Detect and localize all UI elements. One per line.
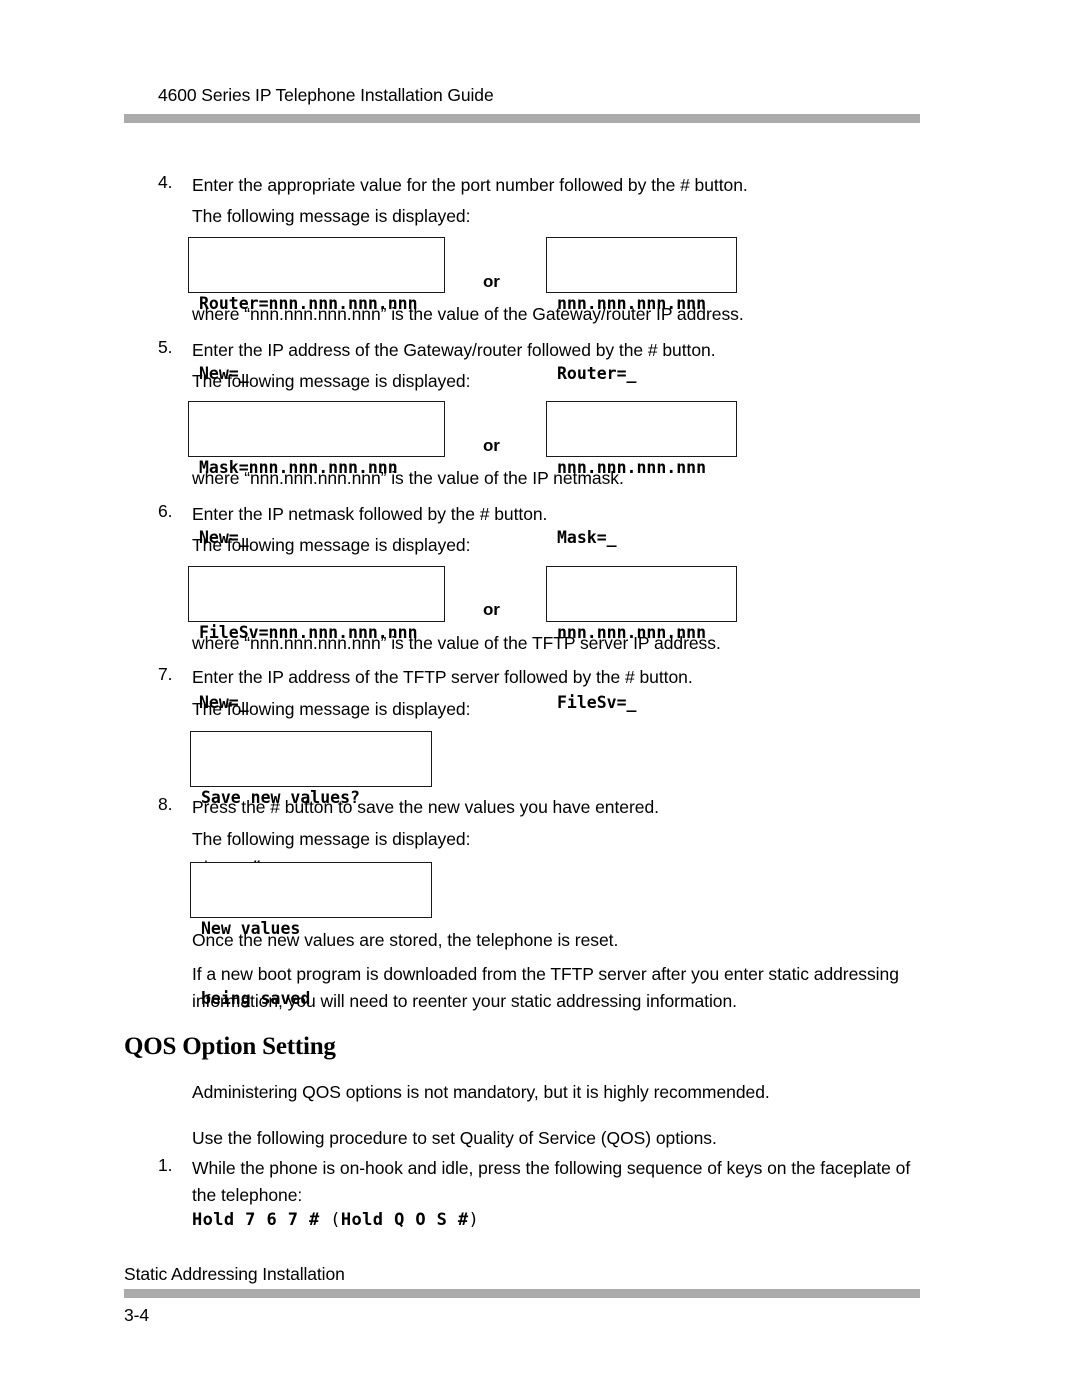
step-followup-7: The following message is displayed: bbox=[192, 699, 471, 719]
qos-intro-text: Administering QOS options is not mandato… bbox=[192, 1082, 770, 1102]
step-number-7: 7. bbox=[158, 664, 173, 684]
or-label-filesv: or bbox=[483, 600, 500, 619]
page-number: 3-4 bbox=[124, 1305, 149, 1325]
step-number-5: 5. bbox=[158, 337, 173, 357]
lcd-display-router-new: Router=nnn.nnn.nnn.nnn New=_ bbox=[188, 237, 445, 383]
or-label-router: or bbox=[483, 272, 500, 291]
step-followup-6: The following message is displayed: bbox=[192, 535, 471, 555]
lcd-display-router-value: nnn.nnn.nnn.nnn Router=_ bbox=[546, 237, 737, 383]
footer-rule bbox=[124, 1289, 920, 1298]
lcd-display-save-prompt: Save new values? *=no #=yes bbox=[190, 731, 432, 877]
lcd-display-filesv-new: FileSv=nnn.nnn.nnn.nnn New=_ bbox=[188, 566, 445, 712]
qos-procedure-intro: Use the following procedure to set Quali… bbox=[192, 1128, 717, 1148]
boot-program-note: If a new boot program is downloaded from… bbox=[192, 964, 899, 1012]
lcd-display-saving: New values being saved bbox=[190, 862, 432, 1008]
qos-step-text-1: While the phone is on-hook and idle, pre… bbox=[192, 1158, 911, 1206]
page-header-title: 4600 Series IP Telephone Installation Gu… bbox=[158, 85, 494, 105]
key-sequence-primary: Hold 7 6 7 # bbox=[192, 1210, 331, 1230]
or-label-mask: or bbox=[483, 436, 500, 455]
step-text-6: Enter the IP netmask followed by the # b… bbox=[192, 504, 548, 524]
lcd-display-mask-new: Mask=nnn.nnn.nnn.nnn New=_ bbox=[188, 401, 445, 547]
header-rule bbox=[124, 114, 920, 123]
section-heading-qos: QOS Option Setting bbox=[124, 1033, 336, 1060]
step-caption-5: where “nnn.nnn.nnn.nnn” is the value of … bbox=[192, 468, 624, 488]
step-number-4: 4. bbox=[158, 172, 173, 192]
step-text-8: Press the # button to save the new value… bbox=[192, 797, 659, 817]
reset-note: Once the new values are stored, the tele… bbox=[192, 930, 619, 950]
step-text-4: Enter the appropriate value for the port… bbox=[192, 175, 748, 195]
lcd-display-mask-value: nnn.nnn.nnn.nnn Mask=_ bbox=[546, 401, 737, 547]
step-followup-4: The following message is displayed: bbox=[192, 206, 471, 226]
key-sequence-paren-close: ) bbox=[468, 1210, 480, 1230]
key-sequence-paren-open: ( bbox=[330, 1210, 341, 1230]
key-sequence-alternate: Hold Q O S # bbox=[340, 1210, 469, 1230]
step-caption-6: where “nnn.nnn.nnn.nnn” is the value of … bbox=[192, 633, 721, 653]
document-page: 4600 Series IP Telephone Installation Gu… bbox=[0, 0, 1080, 1397]
key-sequence: Hold 7 6 7 # (Hold Q O S #) bbox=[192, 1210, 479, 1230]
lcd-display-filesv-value: nnn.nnn.nnn.nnn FileSv=_ bbox=[546, 566, 737, 712]
step-caption-4: where “nnn.nnn.nnn.nnn” is the value of … bbox=[192, 304, 744, 324]
step-followup-5: The following message is displayed: bbox=[192, 371, 471, 391]
step-text-7: Enter the IP address of the TFTP server … bbox=[192, 667, 693, 687]
step-text-5: Enter the IP address of the Gateway/rout… bbox=[192, 340, 716, 360]
footer-section-title: Static Addressing Installation bbox=[124, 1264, 345, 1284]
step-followup-8: The following message is displayed: bbox=[192, 829, 471, 849]
step-number-6: 6. bbox=[158, 501, 173, 521]
qos-step-number-1: 1. bbox=[158, 1155, 173, 1175]
step-number-8: 8. bbox=[158, 794, 173, 814]
